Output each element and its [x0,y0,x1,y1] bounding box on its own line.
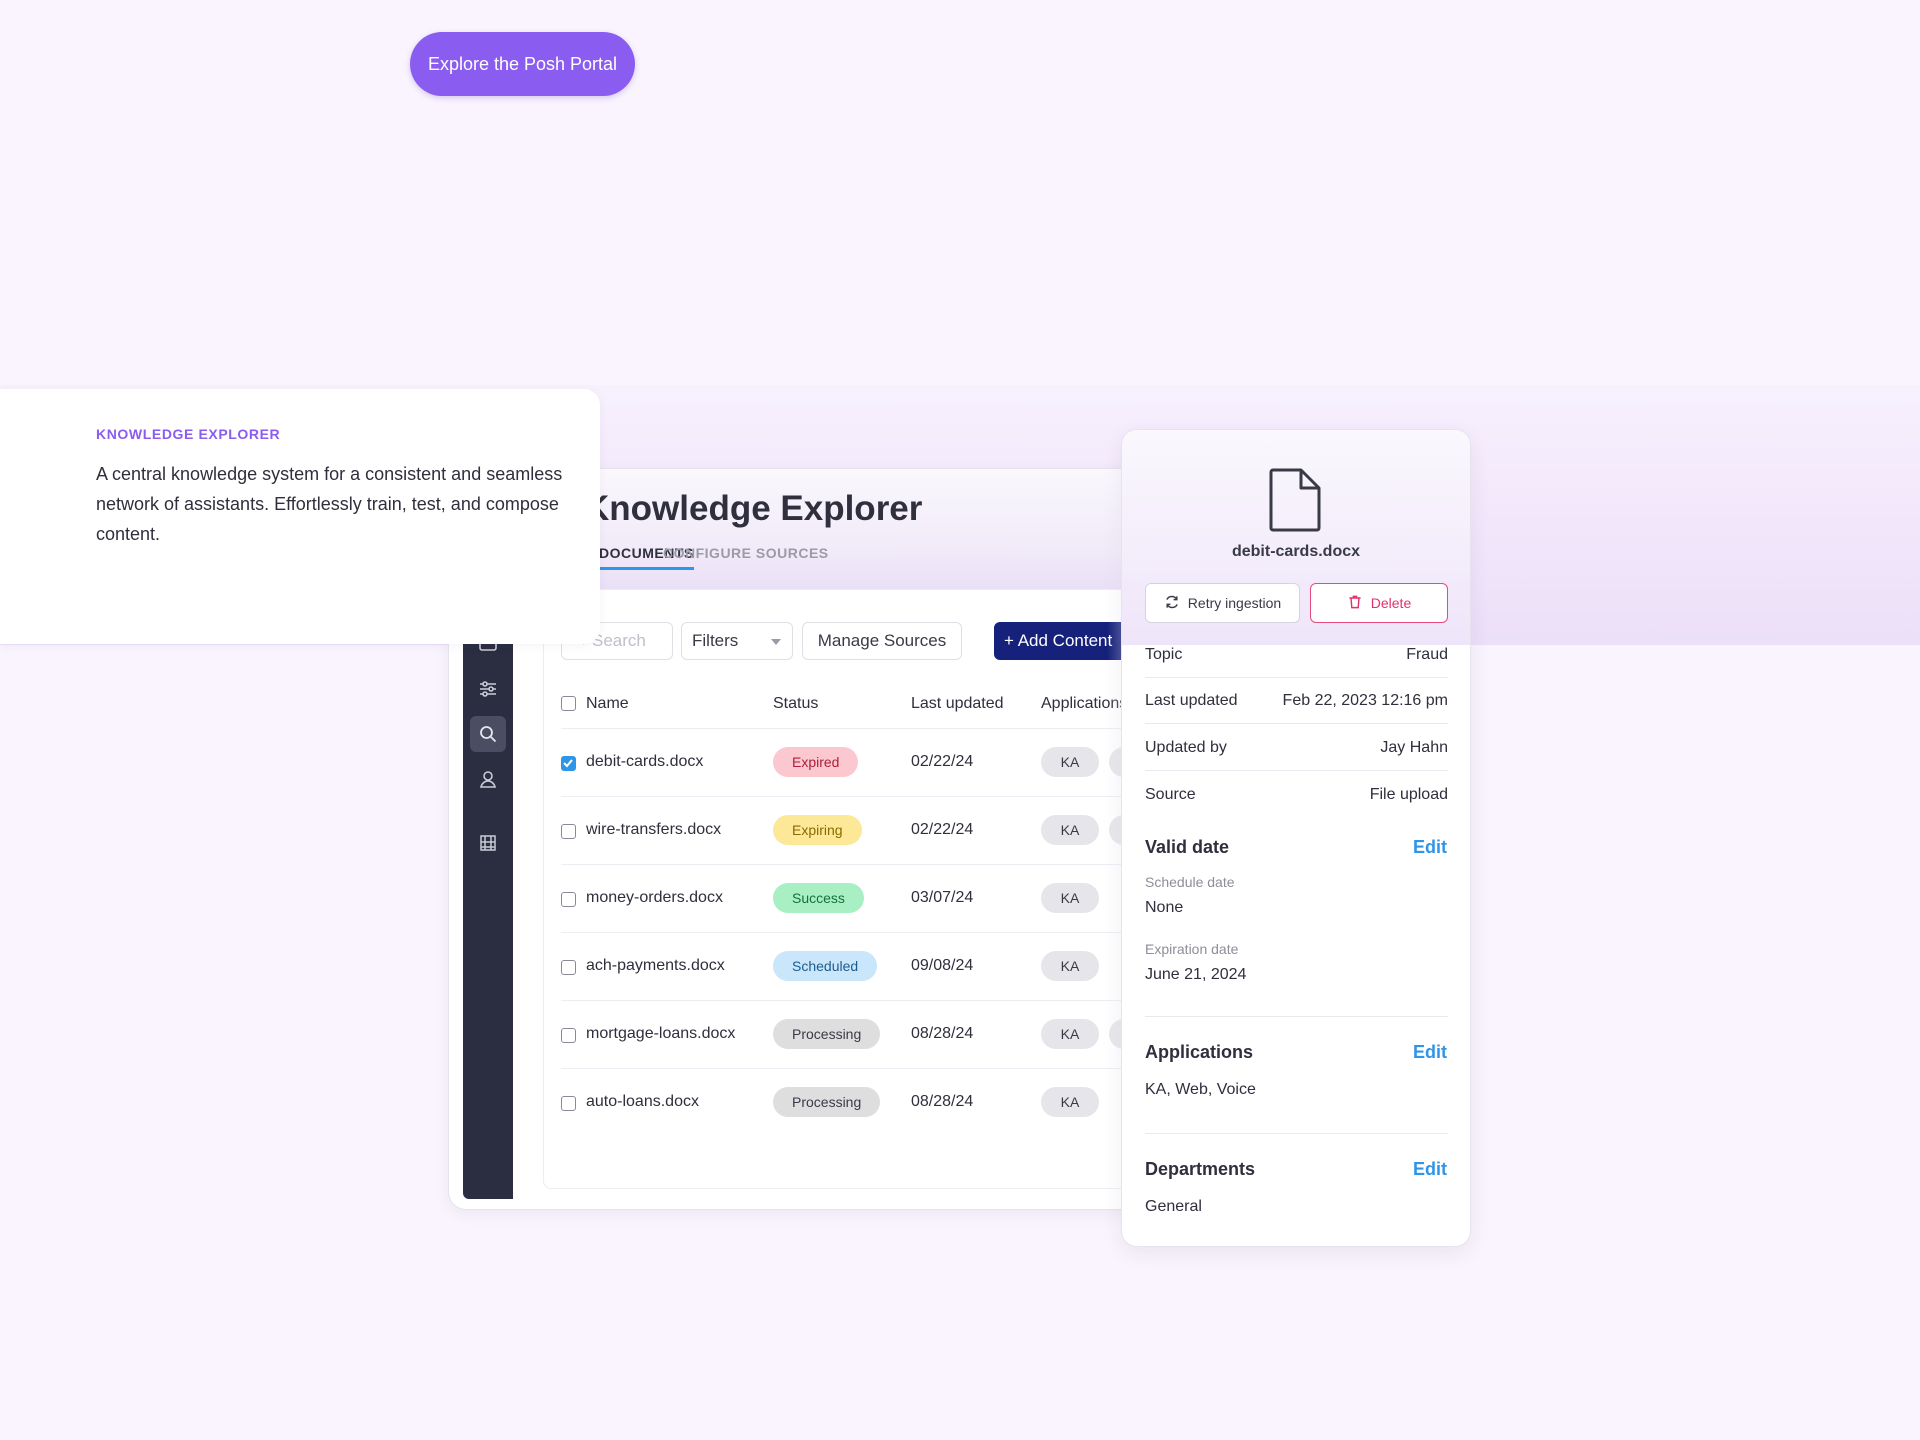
expiration-date-value: June 21, 2024 [1145,966,1247,983]
feature-description: A central knowledge system for a consist… [96,464,563,544]
last-updated-date: 08/28/24 [911,1093,974,1110]
applications-title: Applications [1145,1042,1254,1062]
status-badge: Expiring [773,815,862,845]
table-row[interactable]: money-orders.docx Success 03/07/24 KA [561,865,1161,933]
last-updated-date: 08/28/24 [911,1025,974,1042]
document-detail-panel: debit-cards.docx Retry ingestion Delete … [1121,429,1471,1247]
application-tag: KA [1041,1087,1099,1117]
detail-filename: debit-cards.docx [1231,543,1361,560]
table-row[interactable]: debit-cards.docx Expired 02/22/24 KA [561,729,1161,797]
field-topic: Topic Fraud [1145,632,1448,678]
select-all-checkbox[interactable] [561,696,576,711]
last-updated-date: 02/22/24 [911,753,974,770]
field-label: Source [1145,786,1196,803]
feature-eyebrow: KNOWLEDGE EXPLORER [96,426,281,442]
column-name[interactable]: Name [586,695,629,713]
last-updated-date: 03/07/24 [911,889,974,906]
divider [1145,1016,1448,1017]
schedule-date-value: None [1145,899,1184,916]
application-tag: KA [1041,747,1099,777]
document-name[interactable]: wire-transfers.docx [586,821,721,839]
building-icon[interactable] [470,825,506,861]
field-updated-by: Updated by Jay Hahn [1145,725,1448,771]
table-row[interactable]: ach-payments.docx Scheduled 09/08/24 KA [561,933,1161,1001]
table-header: Name Status Last updated Applications [561,679,1161,729]
field-last-updated: Last updated Feb 22, 2023 12:16 pm [1145,678,1448,724]
user-icon[interactable] [470,761,506,797]
application-tag: KA [1041,815,1099,845]
last-updated-date: 02/22/24 [911,821,974,838]
row-checkbox[interactable] [561,1028,576,1043]
departments-title: Departments [1145,1159,1256,1179]
delete-button[interactable]: Delete [1310,583,1448,623]
edit-departments-link[interactable]: Edit [1413,1159,1447,1180]
field-source: Source File upload [1145,772,1448,818]
status-badge: Processing [773,1087,881,1117]
feature-info-card: KNOWLEDGE EXPLORER A central knowledge s… [0,389,600,644]
document-icon [1267,466,1323,539]
search-placeholder: Search [592,631,646,650]
status-badge: Success [773,883,864,913]
applications-value: KA, Web, Voice [1145,1081,1256,1098]
retry-label: Retry ingestion [1187,595,1282,611]
application-tag: KA [1041,951,1099,981]
departments-value: General [1145,1198,1202,1215]
explore-portal-button[interactable]: Explore the Posh Portal [410,32,635,96]
sidebar-rail [463,599,513,1199]
status-badge: Scheduled [773,951,878,981]
application-tag: KA [1041,1019,1099,1049]
manage-sources-button[interactable]: Manage Sources [802,622,962,660]
page-title: Knowledge Explorer [584,489,923,528]
delete-label: Delete [1370,595,1412,611]
document-name[interactable]: debit-cards.docx [586,753,703,771]
field-value: Jay Hahn [1380,739,1448,756]
filters-dropdown[interactable]: Filters [681,622,793,660]
field-label: Last updated [1145,692,1238,709]
divider [1145,1133,1448,1134]
refresh-icon [1164,594,1180,613]
document-name[interactable]: money-orders.docx [586,889,723,907]
sliders-icon[interactable] [470,671,506,707]
application-tag: KA [1041,883,1099,913]
field-label: Topic [1145,646,1183,663]
document-name[interactable]: mortgage-loans.docx [586,1025,735,1043]
column-last-updated[interactable]: Last updated [911,695,1004,713]
schedule-date-label: Schedule date [1145,874,1235,890]
document-name[interactable]: ach-payments.docx [586,957,725,975]
row-checkbox[interactable] [561,1096,576,1111]
valid-date-title: Valid date [1145,837,1230,857]
field-value: File upload [1369,786,1448,803]
document-name[interactable]: auto-loans.docx [586,1093,699,1111]
status-badge: Expired [773,747,859,777]
tab-configure-sources[interactable]: CONFIGURE SOURCES [663,545,829,561]
expiration-date-label: Expiration date [1145,941,1239,957]
table-row[interactable]: mortgage-loans.docx Processing 08/28/24 KA [561,1001,1161,1069]
chevron-down-icon [770,631,782,651]
edit-applications-link[interactable]: Edit [1413,1042,1447,1063]
field-label: Updated by [1145,739,1227,756]
filters-label: Filters [692,631,739,650]
row-checkbox[interactable] [561,960,576,975]
column-status[interactable]: Status [773,695,818,713]
row-checkbox[interactable] [561,892,576,907]
field-value: Fraud [1406,646,1448,663]
row-checkbox[interactable] [561,756,576,771]
status-badge: Processing [773,1019,881,1049]
field-value: Feb 22, 2023 12:16 pm [1282,692,1448,709]
edit-valid-date-link[interactable]: Edit [1413,837,1447,858]
table-row[interactable]: wire-transfers.docx Expiring 02/22/24 KA [561,797,1161,865]
search-icon[interactable] [470,716,506,752]
row-checkbox[interactable] [561,824,576,839]
trash-icon [1347,594,1363,613]
last-updated-date: 09/08/24 [911,957,974,974]
table-row[interactable]: auto-loans.docx Processing 08/28/24 KA [561,1069,1161,1137]
retry-ingestion-button[interactable]: Retry ingestion [1145,583,1300,623]
